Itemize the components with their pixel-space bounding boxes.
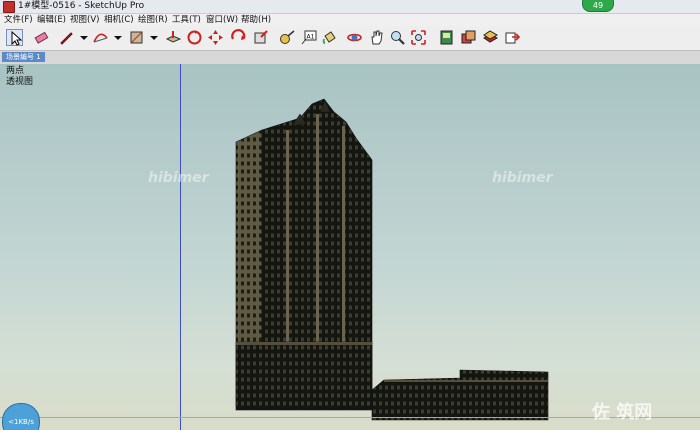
menu-camera[interactable]: 相机(C) (104, 14, 134, 26)
export-icon[interactable] (504, 29, 521, 46)
move-icon[interactable] (207, 29, 224, 46)
sketchup-app-icon (3, 1, 15, 13)
network-speed-indicator: <1KB/s (2, 403, 40, 430)
pencil-icon[interactable] (58, 29, 75, 46)
rotate-icon[interactable] (186, 29, 203, 46)
3d-viewport[interactable]: 两点 透视图 hibimer hibimer <1KB/s 佐 筑网 (0, 64, 700, 430)
arc-dropdown-icon[interactable] (110, 29, 127, 46)
menu-window[interactable]: 窗口(W) (206, 14, 238, 26)
zoom-icon[interactable] (389, 29, 406, 46)
menu-edit[interactable]: 编辑(E) (37, 14, 66, 26)
menu-draw[interactable]: 绘图(R) (138, 14, 168, 26)
orbit-icon[interactable] (346, 29, 363, 46)
materials-icon[interactable] (460, 29, 477, 46)
paint-bucket-icon[interactable] (321, 29, 338, 46)
rectangle-dropdown-icon[interactable] (146, 29, 163, 46)
pencil-dropdown-icon[interactable] (76, 29, 93, 46)
select-icon[interactable] (6, 29, 23, 46)
zoom-extents-icon[interactable] (410, 29, 427, 46)
push-pull-icon[interactable] (165, 29, 182, 46)
rectangle-icon[interactable] (128, 29, 145, 46)
eraser-icon[interactable] (33, 29, 50, 46)
menu-help[interactable]: 帮助(H) (241, 14, 271, 26)
main-toolbar: A1 (0, 26, 700, 51)
menu-tools[interactable]: 工具(T) (172, 14, 201, 26)
site-logo-watermark: 佐 筑网 (592, 402, 653, 423)
building-model (235, 98, 549, 421)
text-icon[interactable]: A1 (300, 29, 317, 46)
arc-icon[interactable] (92, 29, 109, 46)
tape-measure-icon[interactable] (279, 29, 296, 46)
components-icon[interactable] (438, 29, 455, 46)
follow-me-icon[interactable] (230, 29, 247, 46)
menu-view[interactable]: 视图(V) (70, 14, 99, 26)
offset-icon[interactable] (252, 29, 269, 46)
notification-badge[interactable]: 49 (582, 0, 614, 12)
svg-text:A1: A1 (307, 34, 315, 41)
scene-tab[interactable]: 场景编号 1 (2, 52, 45, 62)
scene-tabs-bar: 场景编号 1 (0, 51, 700, 63)
pan-icon[interactable] (368, 29, 385, 46)
layers-icon[interactable] (482, 29, 499, 46)
window-title: 1#模型-0516 - SketchUp Pro (18, 1, 145, 11)
menu-file[interactable]: 文件(F) (4, 14, 33, 26)
menu-bar: 文件(F) 编辑(E) 视图(V) 相机(C) 绘图(R) 工具(T) 窗口(W… (0, 14, 700, 26)
